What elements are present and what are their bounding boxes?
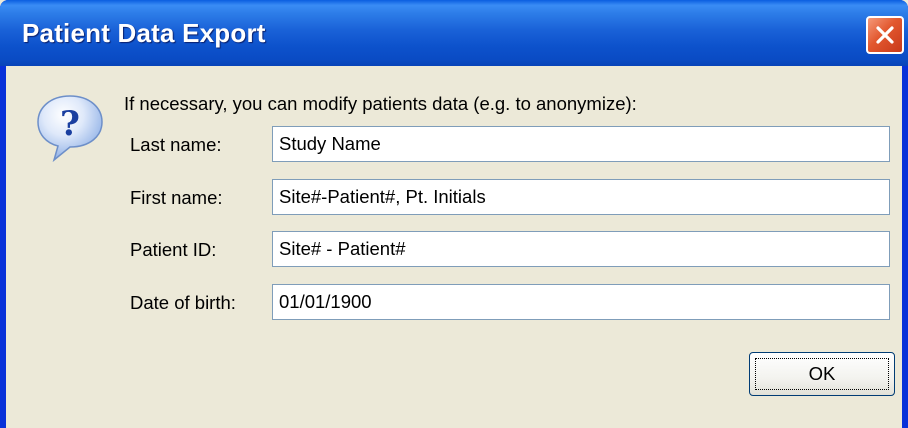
first-name-label: First name: [130, 187, 223, 208]
dialog-body: ? If necessary, you can modify patients … [6, 66, 902, 428]
prompt-text: If necessary, you can modify patients da… [124, 93, 637, 114]
date-of-birth-input[interactable] [272, 284, 890, 320]
last-name-label: Last name: [130, 134, 222, 155]
svg-text:?: ? [60, 104, 80, 144]
patient-id-label: Patient ID: [130, 239, 217, 260]
ok-button-label: OK [755, 358, 889, 390]
patient-id-input[interactable] [272, 231, 890, 267]
ok-button[interactable]: OK [749, 352, 895, 396]
dialog-window: Patient Data Export ? If necessary, you … [0, 0, 908, 428]
close-button[interactable] [866, 16, 904, 54]
date-of-birth-label: Date of birth: [130, 292, 236, 313]
close-icon [876, 26, 894, 44]
last-name-input[interactable] [272, 126, 890, 162]
question-icon: ? [37, 95, 103, 163]
window-title: Patient Data Export [22, 18, 266, 48]
title-bar[interactable]: Patient Data Export [0, 0, 908, 66]
first-name-input[interactable] [272, 179, 890, 215]
